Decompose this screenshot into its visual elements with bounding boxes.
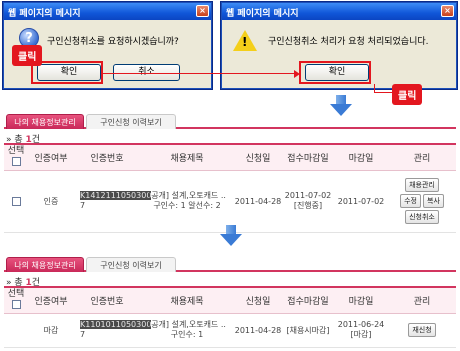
col-receipt-deadline: 접수마감일 <box>282 286 334 314</box>
highlight-box <box>299 61 371 84</box>
col-cert-number: 인증번호 <box>74 286 140 314</box>
receipt-deadline: [채용시마감] <box>282 313 334 348</box>
job-table: 선택 인증여부 인증번호 채용제목 신청일 접수마감일 마감일 관리 인증 K1… <box>4 143 456 233</box>
dialog-titlebar: 웹 페이지의 메시지 × <box>222 3 456 20</box>
close-date: 2011-07-02 <box>334 170 388 233</box>
cancel-application-button[interactable]: 신청취소 <box>405 210 439 224</box>
select-all-checkbox[interactable] <box>11 157 21 167</box>
total-count: » 총 1건 <box>6 278 41 288</box>
table-header: 선택 인증여부 인증번호 채용제목 신청일 접수마감일 마감일 관리 <box>4 143 456 171</box>
col-cert-number: 인증번호 <box>74 143 140 171</box>
down-arrow-icon <box>220 225 242 247</box>
cert-number: K1412111050300 7 <box>80 191 152 210</box>
table-row: 인증 K1412111050300 7 [공개] 설계,오토캐드 .. 구인수: 1… <box>4 170 456 233</box>
apply-date: 2011-04-28 <box>234 313 282 348</box>
cert-status: 마감 <box>28 313 74 348</box>
tab-apply-history[interactable]: 구인신청 이력보기 <box>86 257 176 272</box>
col-cert-status: 인증여부 <box>28 143 74 171</box>
close-icon[interactable]: × <box>196 5 209 17</box>
dialog-title: 웹 페이지의 메시지 <box>8 9 81 19</box>
col-apply-date: 신청일 <box>234 143 282 171</box>
close-date: 2011-06-24 [마감] <box>337 320 385 339</box>
col-manage: 관리 <box>388 143 456 171</box>
table-row: 마감 K1101011050300 7 [공개] 설계,오토캐드 .. 구인수: 1… <box>4 313 456 348</box>
arrow-head <box>294 70 300 78</box>
cert-number: K1101011050300 7 <box>80 320 152 339</box>
job-list-panel: 나의 채용정보관리 구인신청 이력보기 » 총 1건 선택 인증여부 인증번호 … <box>4 114 456 233</box>
job-list-panel: 나의 채용정보관리 구인신청 이력보기 » 총 1건 선택 인증여부 인증번호 … <box>4 257 456 348</box>
dialog-message: 구인신청취소를 요청하시겠습니까? <box>47 37 179 47</box>
click-callout: 클릭 <box>12 45 43 66</box>
connector-line <box>374 92 392 93</box>
table-header: 선택 인증여부 인증번호 채용제목 신청일 접수마감일 마감일 관리 <box>4 286 456 314</box>
close-icon[interactable]: × <box>441 5 454 17</box>
col-cert-status: 인증여부 <box>28 286 74 314</box>
tab-bar: 나의 채용정보관리 구인신청 이력보기 <box>4 257 456 272</box>
apply-date: 2011-04-28 <box>234 170 282 233</box>
tab-my-job-info[interactable]: 나의 채용정보관리 <box>6 257 84 272</box>
click-callout: 클릭 <box>392 84 423 105</box>
receipt-deadline: 2011-07-02 [진행중] <box>284 191 332 210</box>
manage-hiring-button[interactable]: 채용관리 <box>405 178 439 192</box>
edit-button[interactable]: 수정 <box>400 194 421 208</box>
col-job-title: 채용제목 <box>140 286 234 314</box>
dialog-title: 웹 페이지의 메시지 <box>226 9 299 19</box>
col-close-date: 마감일 <box>334 143 388 171</box>
col-manage: 관리 <box>388 286 456 314</box>
highlight-box <box>31 61 103 84</box>
col-job-title: 채용제목 <box>140 143 234 171</box>
tab-bar: 나의 채용정보관리 구인신청 이력보기 <box>4 114 456 129</box>
copy-button[interactable]: 복사 <box>423 194 444 208</box>
tab-my-job-info[interactable]: 나의 채용정보관리 <box>6 114 84 129</box>
total-count: » 총 1건 <box>6 135 41 145</box>
row-checkbox[interactable] <box>11 196 21 206</box>
warning-icon: ! <box>233 30 257 51</box>
reapply-button[interactable]: 재신청 <box>408 323 436 337</box>
connector-line <box>103 73 295 74</box>
col-close-date: 마감일 <box>334 286 388 314</box>
col-select: 선택 <box>4 143 28 171</box>
dialog-message: 구인신청취소 처리가 요청 처리되었습니다. <box>268 37 429 47</box>
col-apply-date: 신청일 <box>234 286 282 314</box>
dialog-titlebar: 웹 페이지의 메시지 × <box>4 3 211 20</box>
col-receipt-deadline: 접수마감일 <box>282 143 334 171</box>
tab-apply-history[interactable]: 구인신청 이력보기 <box>86 114 176 129</box>
select-all-checkbox[interactable] <box>11 300 21 310</box>
cert-status: 인증 <box>28 170 74 233</box>
job-title-link[interactable]: [공개] 설계,오토캐드 .. 구인수: 1 알선수: 2 <box>140 191 234 211</box>
job-title-link[interactable]: [공개] 설계,오토캐드 .. 구인수: 1 <box>140 320 234 340</box>
job-table: 선택 인증여부 인증번호 채용제목 신청일 접수마감일 마감일 관리 마감 K1… <box>4 286 456 348</box>
col-select: 선택 <box>4 286 28 314</box>
